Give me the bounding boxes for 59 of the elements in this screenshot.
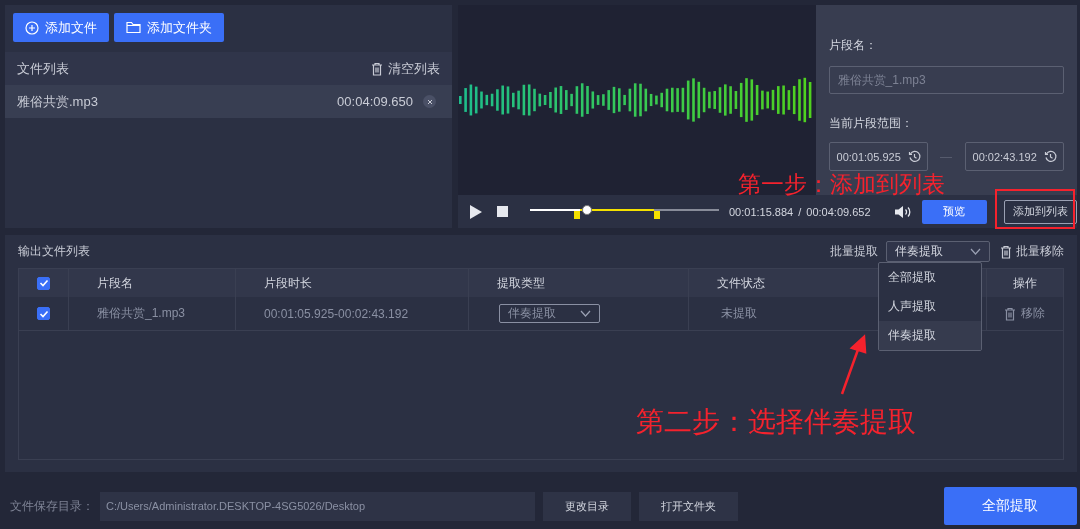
segment-name-field[interactable]: 雅俗共赏_1.mp3 [828, 66, 1064, 94]
volume-icon[interactable] [894, 204, 912, 219]
column-header: 提取类型 [497, 274, 545, 292]
time-separator: / [798, 205, 802, 218]
trash-icon [999, 244, 1012, 259]
add-folder-button[interactable]: 添加文件夹 [114, 13, 224, 42]
total-time: 00:04:09.652 [806, 205, 871, 218]
extract-type-select[interactable]: 伴奏提取 [499, 304, 600, 323]
file-name: 雅俗共赏.mp3 [17, 92, 99, 111]
dropdown-option[interactable]: 全部提取 [879, 263, 981, 292]
preview-button[interactable]: 预览 [921, 199, 987, 224]
output-list-title: 输出文件列表 [18, 243, 91, 260]
batch-remove-button[interactable]: 批量移除 [999, 243, 1064, 260]
range-start-handle[interactable] [573, 210, 580, 219]
history-icon[interactable] [907, 150, 921, 163]
file-row[interactable]: 雅俗共赏.mp3 00:04:09.650 [5, 85, 452, 118]
extract-all-button[interactable]: 全部提取 [943, 487, 1077, 525]
trash-icon [1004, 306, 1017, 321]
range-label: 当前片段范围： [828, 115, 914, 132]
batch-extract-label: 批量提取 [829, 243, 878, 260]
remove-icon[interactable] [423, 95, 436, 108]
column-header: 片段名 [97, 274, 133, 292]
remove-button[interactable]: 移除 [1004, 305, 1046, 322]
range-end-handle[interactable] [653, 210, 660, 219]
dropdown-option[interactable]: 伴奏提取 [879, 321, 981, 350]
dropdown-option[interactable]: 人声提取 [879, 292, 981, 321]
file-duration: 00:04:09.650 [337, 94, 413, 109]
chevron-icon [580, 310, 591, 317]
segment-name-label: 片段名： [828, 37, 878, 54]
list-title: 文件列表 [17, 59, 69, 78]
annotation-text: 第二步：选择伴奏提取 [636, 404, 916, 440]
save-directory-label: 文件保存目录： [10, 497, 94, 515]
seek-thumb[interactable] [581, 204, 592, 215]
open-folder-button[interactable]: 打开文件夹 [639, 491, 738, 521]
play-icon[interactable] [470, 204, 482, 219]
clear-list-button[interactable]: 清空列表 [371, 59, 440, 78]
chevron-icon [969, 248, 981, 255]
current-time: 00:01:15.884 [729, 205, 794, 218]
table-cell: 00:01:05.925-00:02:43.192 [264, 306, 409, 321]
add-file-button[interactable]: 添加文件 [13, 13, 109, 42]
save-directory-field[interactable]: C:/Users/Administrator.DESKTOP-4SG5026/Desktop [100, 491, 535, 521]
range-end-field[interactable]: 00:02:43.192 [964, 142, 1064, 171]
column-header: 文件状态 [717, 274, 765, 292]
table-cell: 雅俗共赏_1.mp3 [97, 305, 186, 322]
plus-circle-icon [25, 20, 39, 35]
range-separator: — [939, 149, 954, 164]
range-start-field[interactable]: 00:01:05.925 [828, 142, 928, 171]
change-directory-button[interactable]: 更改目录 [543, 491, 631, 521]
trash-icon [371, 61, 383, 76]
annotation-text: 第一步：添加到列表 [738, 170, 945, 199]
checkbox[interactable] [37, 307, 50, 320]
folder-icon [126, 21, 141, 34]
batch-extract-select[interactable]: 伴奏提取 [885, 241, 990, 262]
checkbox[interactable] [37, 276, 50, 290]
column-header: 片段时长 [264, 274, 312, 292]
add-to-list-button[interactable]: 添加到列表 [1003, 199, 1077, 224]
history-icon[interactable] [1043, 150, 1057, 163]
table-cell: 未提取 [721, 305, 757, 322]
column-header: 操作 [1012, 274, 1037, 292]
